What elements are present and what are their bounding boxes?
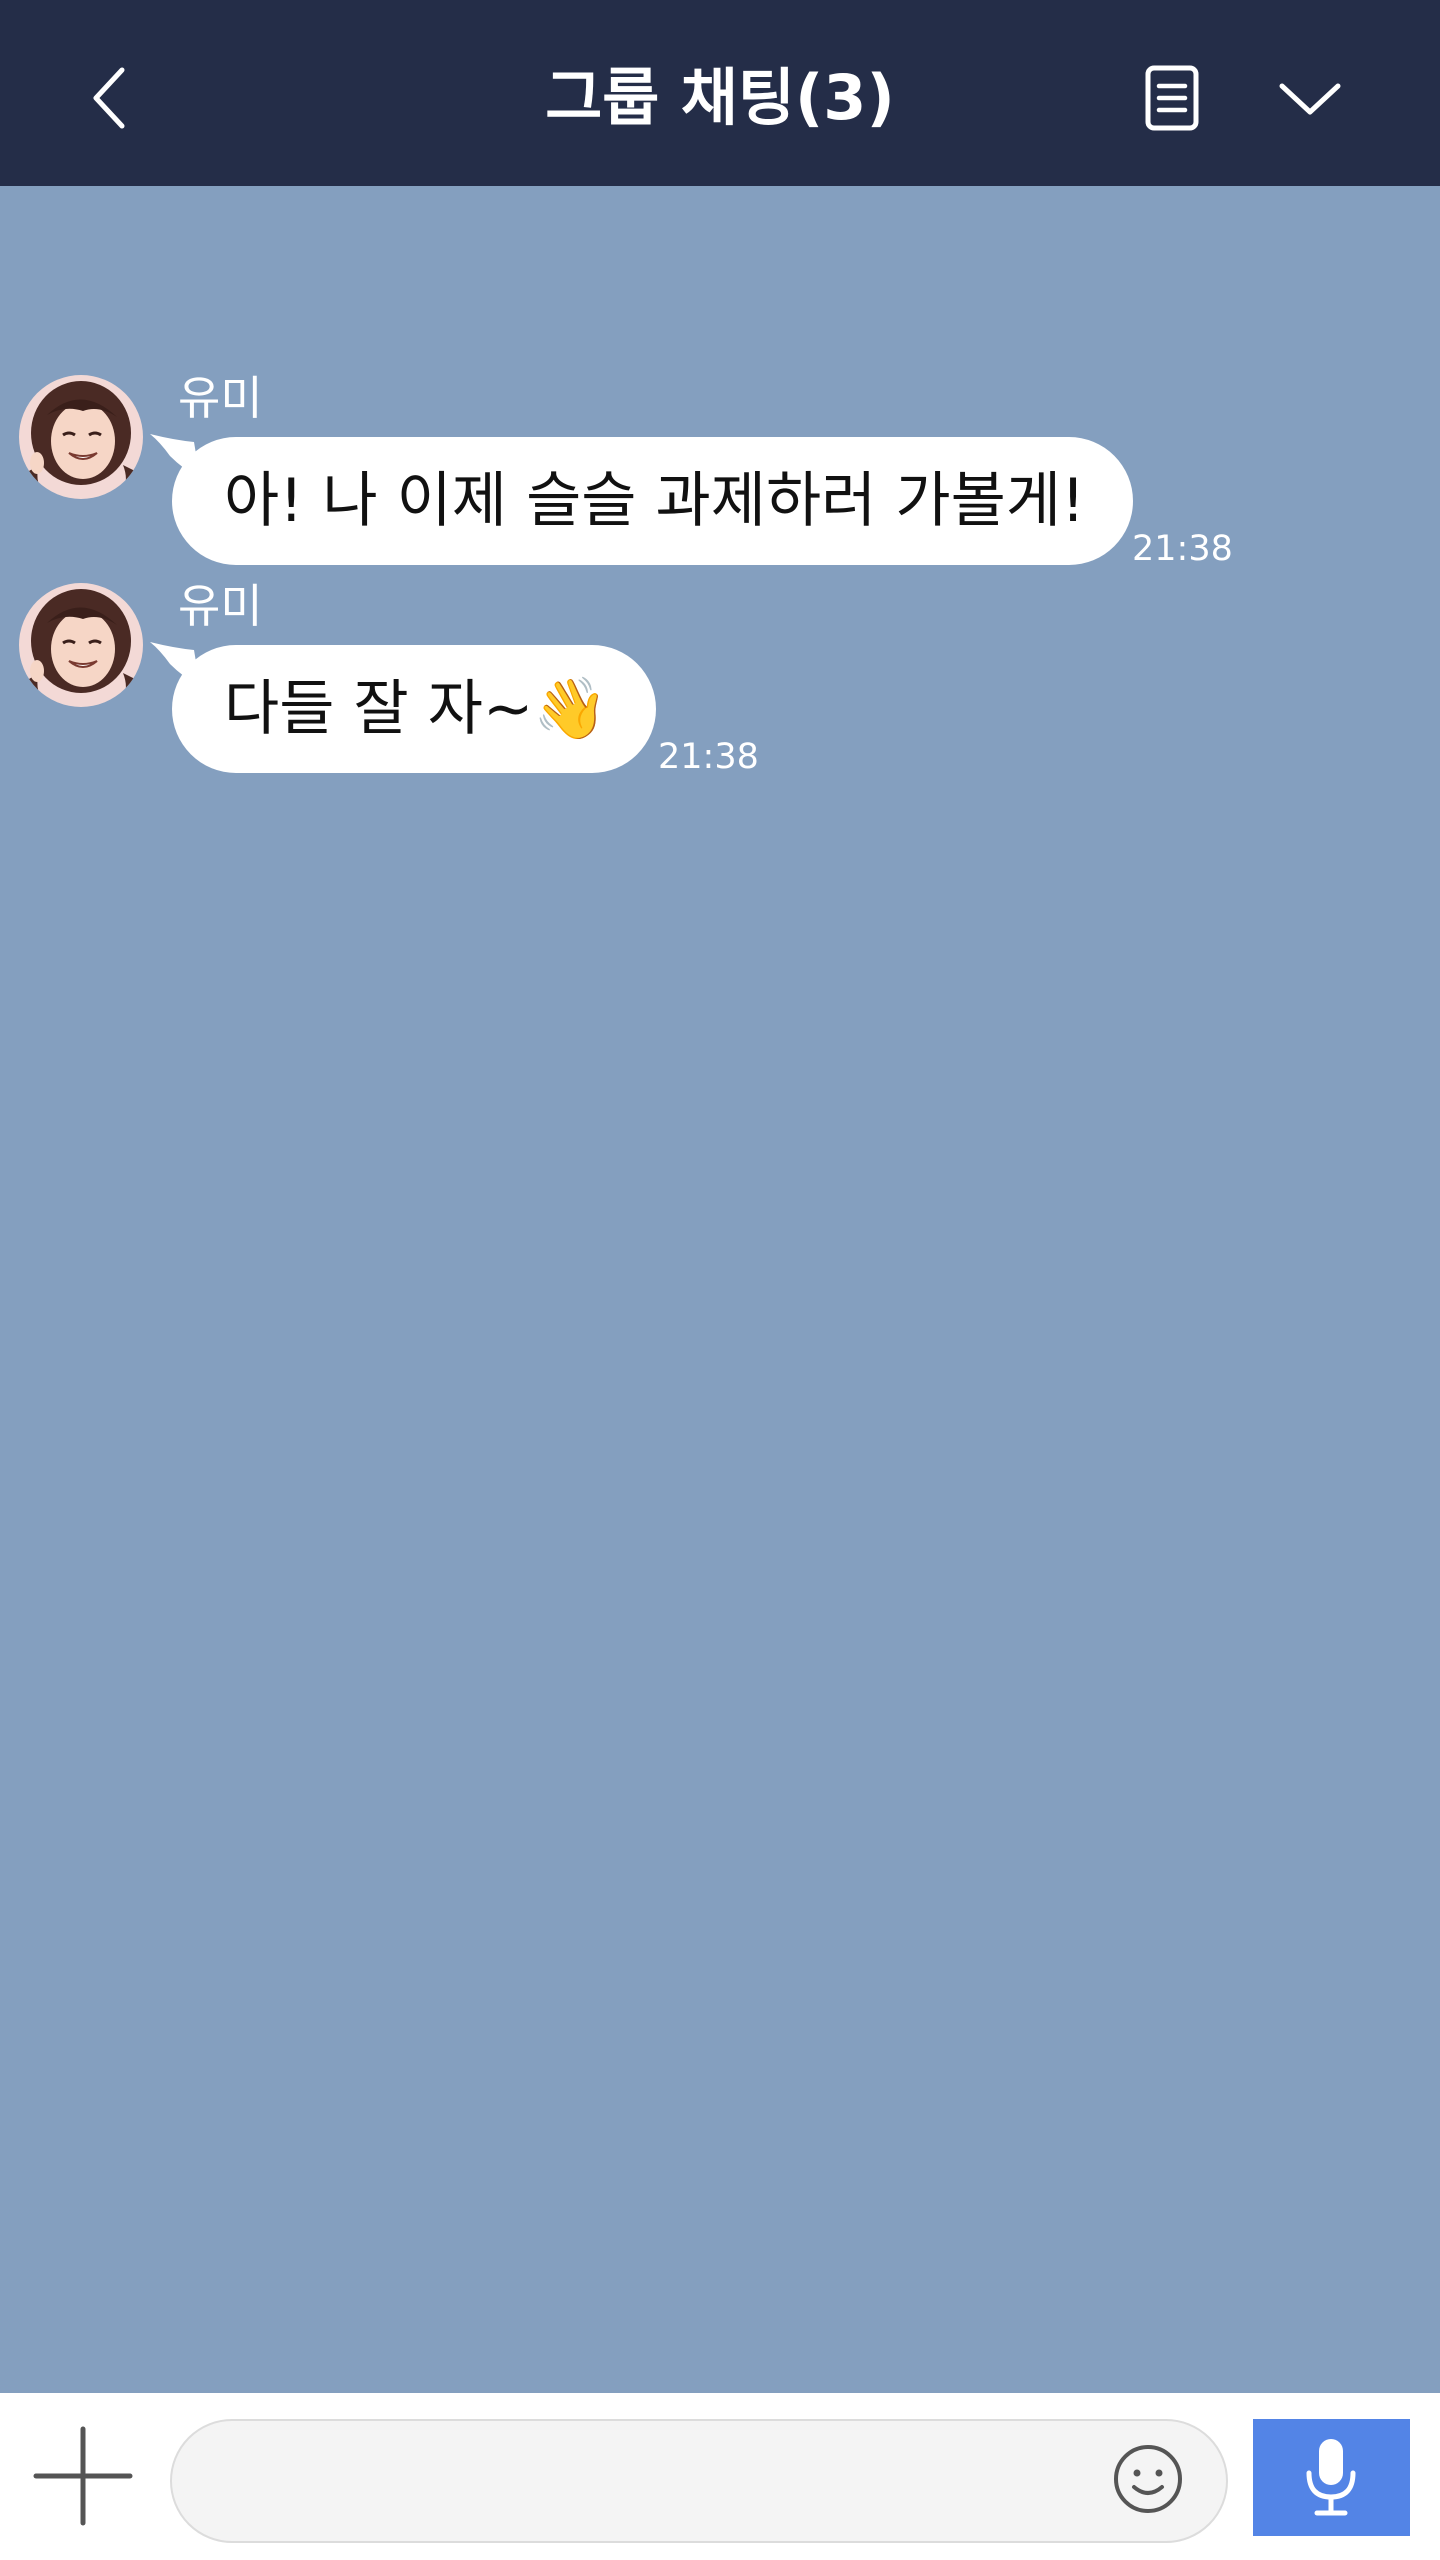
emoji-button[interactable] — [1110, 2441, 1186, 2517]
chevron-down-icon — [1279, 83, 1341, 115]
message-bubble[interactable]: 다들 잘 자~👋 — [172, 645, 656, 773]
notes-button[interactable] — [1122, 48, 1222, 148]
plus-icon — [33, 2426, 133, 2526]
message-bubble[interactable]: 아! 나 이제 슬슬 과제하러 가볼게! — [172, 437, 1134, 565]
voice-button[interactable] — [1253, 2419, 1410, 2536]
sender-name: 유미 — [178, 579, 263, 633]
document-icon — [1145, 65, 1199, 131]
input-bar — [0, 2393, 1440, 2560]
microphone-icon — [1306, 2439, 1356, 2516]
avatar-image — [19, 583, 143, 707]
menu-button[interactable] — [1260, 48, 1360, 148]
message-input[interactable] — [170, 2419, 1228, 2543]
attach-button[interactable] — [32, 2425, 134, 2527]
avatar[interactable] — [19, 583, 143, 707]
avatar[interactable] — [19, 375, 143, 499]
chat-area[interactable]: 유미 아! 나 이제 슬슬 과제하러 가볼게! 21:38 유미 다들 잘 자~… — [0, 186, 1440, 2393]
message-time: 21:38 — [658, 737, 759, 777]
chat-title: 그룹 채팅(3) — [545, 61, 895, 134]
avatar-image — [19, 375, 143, 499]
smiley-icon — [1114, 2445, 1182, 2513]
sender-name: 유미 — [178, 371, 263, 425]
chat-header: 그룹 채팅(3) — [0, 0, 1440, 186]
message-time: 21:38 — [1132, 529, 1233, 569]
